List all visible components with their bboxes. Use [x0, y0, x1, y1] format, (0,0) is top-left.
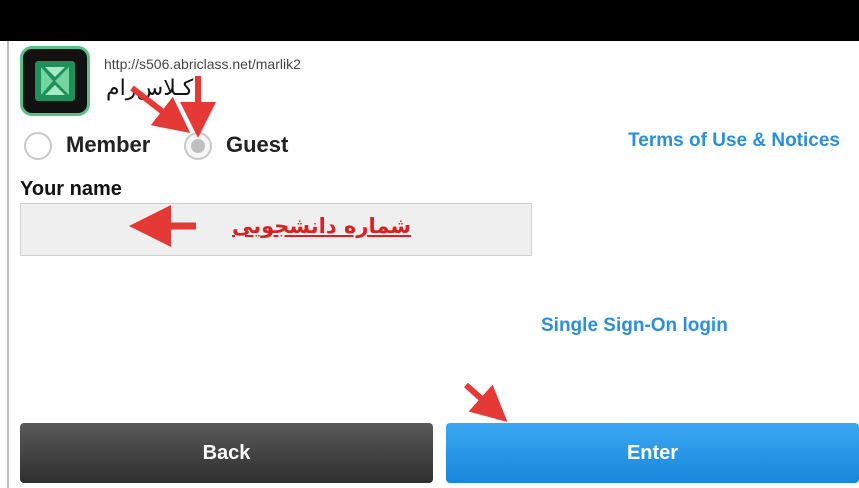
- red-arrow-icon: [464, 382, 508, 422]
- annotation-overlay: [129, 76, 508, 422]
- red-arrow-icon: [130, 85, 191, 134]
